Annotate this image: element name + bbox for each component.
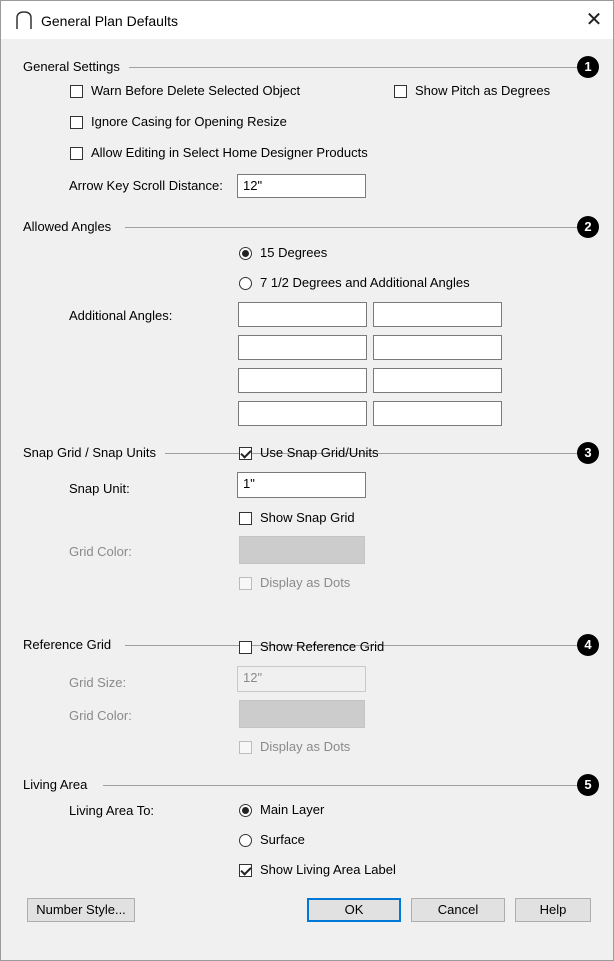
living-area-to-label: Living Area To: [69, 803, 155, 818]
additional-angle-input[interactable] [373, 302, 502, 327]
warn-delete-label[interactable]: Warn Before Delete Selected Object [91, 83, 300, 98]
section-divider [129, 67, 577, 68]
surface-radio[interactable] [239, 834, 252, 847]
window-title: General Plan Defaults [41, 13, 178, 29]
show-snap-grid-checkbox[interactable] [239, 512, 252, 525]
main-layer-radio[interactable] [239, 804, 252, 817]
arrow-key-input[interactable]: 12" [237, 174, 366, 198]
additional-angles-label: Additional Angles: [69, 308, 173, 323]
main-layer-label[interactable]: Main Layer [260, 802, 324, 817]
snap-grid-color-label: Grid Color: [69, 544, 132, 559]
7-half-degrees-radio[interactable] [239, 277, 252, 290]
general-settings-title: General Settings [23, 59, 120, 74]
dialog: General Plan Defaults ✕ General Settings… [0, 0, 614, 961]
ignore-casing-label[interactable]: Ignore Casing for Opening Resize [91, 114, 287, 129]
callout-5-badge: 5 [577, 774, 599, 796]
warn-delete-checkbox[interactable] [70, 85, 83, 98]
snap-grid-color-swatch [239, 536, 365, 564]
show-living-area-label-label[interactable]: Show Living Area Label [260, 862, 396, 877]
allow-editing-label[interactable]: Allow Editing in Select Home Designer Pr… [91, 145, 368, 160]
additional-angle-input[interactable] [373, 335, 502, 360]
close-icon[interactable]: ✕ [581, 7, 607, 33]
snap-unit-input[interactable]: 1" [237, 472, 366, 498]
additional-angle-input[interactable] [238, 368, 367, 393]
additional-angle-input[interactable] [238, 335, 367, 360]
use-snap-checkbox[interactable] [239, 447, 252, 460]
callout-1-badge: 1 [577, 56, 599, 78]
15-degrees-label[interactable]: 15 Degrees [260, 245, 327, 260]
use-snap-label[interactable]: Use Snap Grid/Units [260, 445, 379, 460]
snap-display-dots-checkbox [239, 577, 252, 590]
grid-size-input: 12" [237, 666, 366, 692]
grid-size-label: Grid Size: [69, 675, 127, 690]
snap-unit-label: Snap Unit: [69, 481, 130, 496]
ref-display-dots-label: Display as Dots [260, 739, 351, 754]
callout-2-badge: 2 [577, 216, 599, 238]
ref-display-dots-checkbox [239, 741, 252, 754]
ok-button[interactable]: OK [307, 898, 401, 922]
reference-grid-title: Reference Grid [23, 637, 112, 652]
app-logo-icon [16, 11, 32, 29]
surface-label[interactable]: Surface [260, 832, 305, 847]
allow-editing-checkbox[interactable] [70, 147, 83, 160]
ref-grid-color-swatch [239, 700, 365, 728]
allowed-angles-title: Allowed Angles [23, 219, 112, 234]
section-divider [125, 227, 577, 228]
ref-grid-color-label: Grid Color: [69, 708, 132, 723]
show-reference-grid-label[interactable]: Show Reference Grid [260, 639, 384, 654]
15-degrees-radio[interactable] [239, 247, 252, 260]
7-half-degrees-label[interactable]: 7 1/2 Degrees and Additional Angles [260, 275, 470, 290]
additional-angle-input[interactable] [238, 302, 367, 327]
living-area-title: Living Area [23, 777, 88, 792]
number-style-button[interactable]: Number Style... [27, 898, 135, 922]
title-bar: General Plan Defaults ✕ [1, 1, 613, 39]
show-snap-grid-label[interactable]: Show Snap Grid [260, 510, 355, 525]
snap-display-dots-label: Display as Dots [260, 575, 351, 590]
cancel-button[interactable]: Cancel [411, 898, 505, 922]
show-reference-grid-checkbox[interactable] [239, 641, 252, 654]
snap-grid-title: Snap Grid / Snap Units [23, 445, 156, 460]
arrow-key-label: Arrow Key Scroll Distance: [69, 178, 223, 193]
callout-4-badge: 4 [577, 634, 599, 656]
section-divider [103, 785, 577, 786]
additional-angle-input[interactable] [238, 401, 367, 426]
additional-angle-input[interactable] [373, 368, 502, 393]
show-pitch-label[interactable]: Show Pitch as Degrees [415, 83, 550, 98]
callout-3-badge: 3 [577, 442, 599, 464]
help-button[interactable]: Help [515, 898, 591, 922]
additional-angle-input[interactable] [373, 401, 502, 426]
show-pitch-checkbox[interactable] [394, 85, 407, 98]
ignore-casing-checkbox[interactable] [70, 116, 83, 129]
show-living-area-label-checkbox[interactable] [239, 864, 252, 877]
